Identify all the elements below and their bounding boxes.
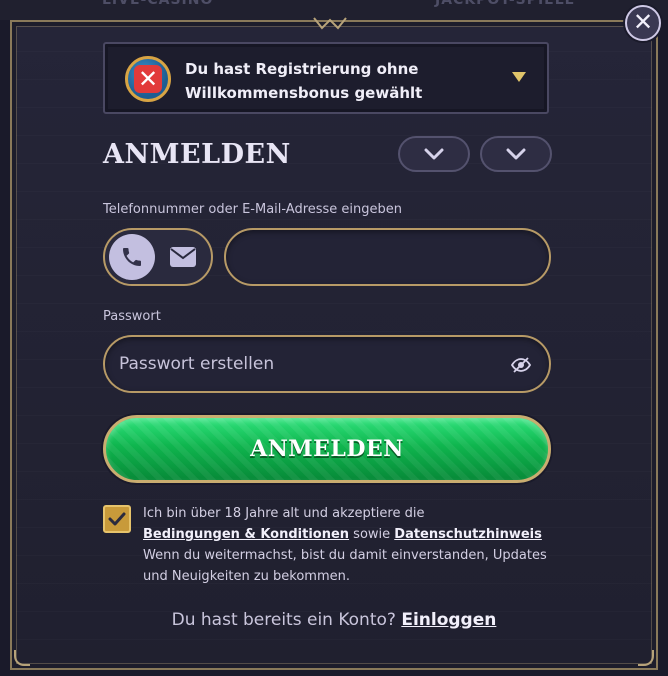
close-icon: ✕ [632, 8, 654, 36]
mail-icon [170, 247, 196, 267]
contact-label: Telefonnummer oder E-Mail-Adresse eingeb… [103, 202, 403, 217]
corner-ornament [14, 650, 30, 666]
terms-text-2: sowie [349, 527, 395, 542]
bonus-selector[interactable]: ✕ Du hast Registrierung ohne Willkommens… [103, 42, 549, 114]
login-question: Du hast bereits ein Konto? [171, 610, 402, 630]
email-option[interactable] [169, 246, 197, 268]
no-bonus-icon: ✕ [125, 56, 171, 102]
chevron-down-icon [512, 72, 526, 82]
eye-off-icon[interactable] [511, 357, 531, 373]
contact-field[interactable] [224, 228, 551, 286]
contact-type-toggle[interactable] [103, 228, 213, 286]
terms-link[interactable]: Bedingungen & Konditionen [143, 527, 349, 542]
login-link[interactable]: Einloggen [401, 610, 496, 630]
top-ornament-icon [312, 16, 348, 30]
page-title: ANMELDEN [103, 139, 291, 170]
submit-button[interactable]: ANMELDEN [103, 415, 551, 483]
close-button[interactable]: ✕ [625, 5, 661, 41]
terms-text-1: Ich bin über 18 Jahre alt und akzeptiere… [143, 506, 425, 521]
chevron-down-icon [424, 148, 444, 160]
bonus-line-2: Willkommensbonus gewählt [185, 84, 423, 102]
terms-text: Ich bin über 18 Jahre alt und akzeptiere… [143, 503, 553, 587]
contact-input[interactable] [226, 230, 549, 284]
password-label: Passwort [103, 309, 161, 324]
bonus-text: Du hast Registrierung ohne Willkommensbo… [185, 57, 485, 105]
terms-text-3: Wenn du weitermachst, bist du damit einv… [143, 548, 547, 584]
tab-live-casino[interactable]: LIVE-CASINO [102, 0, 213, 8]
checkmark-icon [108, 512, 126, 526]
password-input[interactable] [105, 337, 549, 391]
chevron-down-icon [506, 148, 526, 160]
currency-dropdown[interactable] [480, 136, 552, 172]
password-field[interactable] [103, 335, 551, 393]
bonus-line-1: Du hast Registrierung ohne [185, 60, 419, 78]
language-dropdown[interactable] [398, 136, 470, 172]
corner-ornament [638, 650, 654, 666]
privacy-link[interactable]: Datenschutzhinweis [394, 527, 542, 542]
phone-icon [123, 248, 141, 266]
phone-option[interactable] [109, 234, 155, 280]
tab-jackpot[interactable]: JACKPOT-SPIELE [435, 0, 575, 8]
login-prompt: Du hast bereits ein Konto? Einloggen [0, 610, 668, 630]
terms-checkbox[interactable] [103, 505, 131, 533]
